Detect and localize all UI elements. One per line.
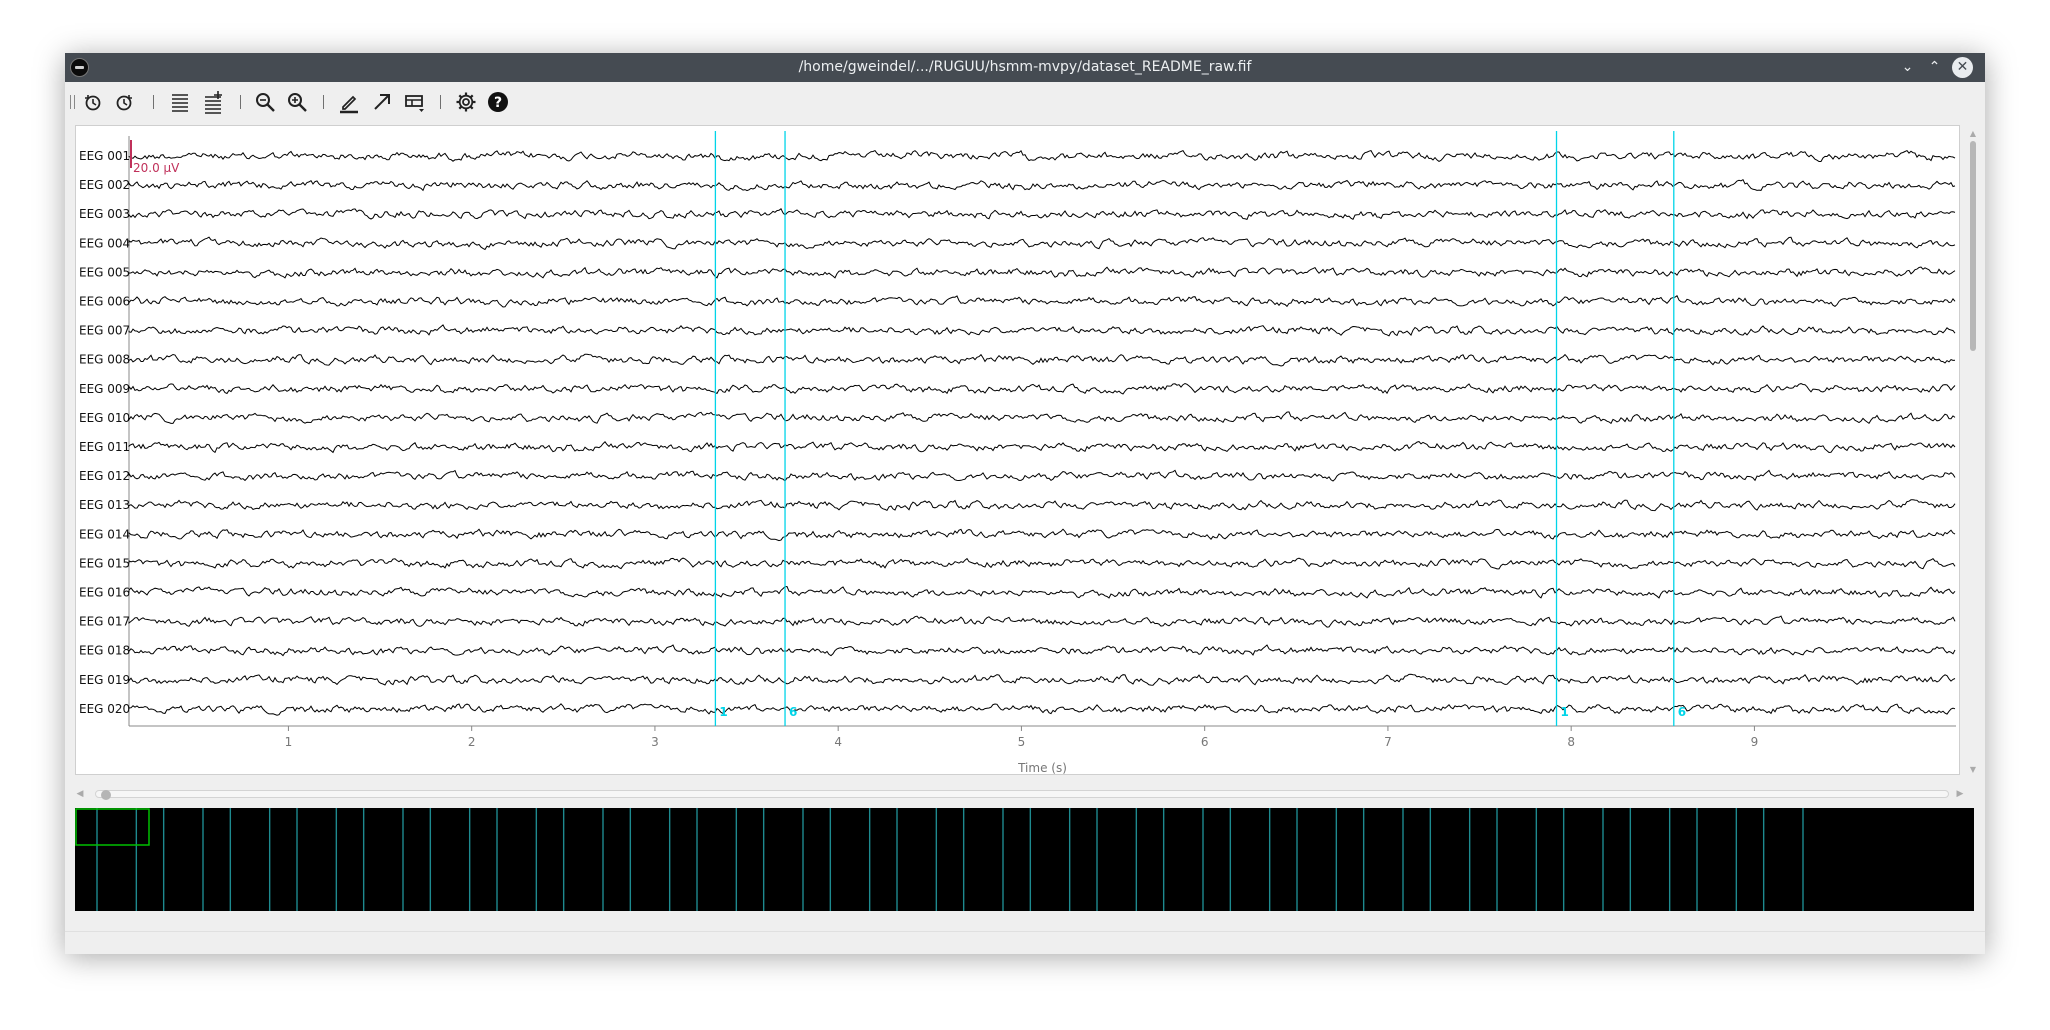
channel-label: EEG 008 bbox=[79, 353, 130, 367]
x-tick-label: 6 bbox=[1201, 735, 1209, 749]
forward-icon[interactable] bbox=[112, 90, 136, 114]
eeg-trace bbox=[128, 353, 1956, 367]
zoom-out-icon[interactable] bbox=[253, 90, 277, 114]
channel-label: EEG 016 bbox=[79, 586, 130, 600]
toolbar-separator bbox=[240, 95, 241, 109]
vertical-scroll-handle[interactable] bbox=[1970, 141, 1976, 351]
eeg-trace bbox=[128, 295, 1956, 308]
eeg-trace bbox=[128, 382, 1956, 395]
raw-data-plot[interactable]: EEG 001 EEG 002 EEG 003 EEG 004 EEG 005 EEG 0… bbox=[75, 125, 1960, 775]
scroll-down-arrow[interactable]: ▼ bbox=[1967, 765, 1979, 775]
toolbar: ? bbox=[65, 82, 1985, 119]
channel-label: EEG 012 bbox=[79, 469, 130, 483]
annotation-mode-icon[interactable] bbox=[337, 90, 361, 114]
svg-text:?: ? bbox=[494, 95, 502, 111]
channel-label: EEG 013 bbox=[79, 498, 130, 512]
x-tick-label: 2 bbox=[468, 735, 476, 749]
channel-label: EEG 003 bbox=[79, 207, 130, 221]
event-label: 6 bbox=[789, 705, 797, 719]
overview-canvas[interactable] bbox=[75, 808, 1974, 911]
title-bar: /home/gweindel/.../RUGUU/hsmm-mvpy/datas… bbox=[65, 53, 1985, 82]
event-label: 6 bbox=[1678, 705, 1686, 719]
channel-label: EEG 007 bbox=[79, 324, 130, 338]
x-tick-label: 1 bbox=[285, 735, 293, 749]
x-tick-label: 3 bbox=[651, 735, 659, 749]
horizontal-scrollbar[interactable]: ◀ ▶ bbox=[75, 787, 1975, 801]
eeg-trace bbox=[128, 149, 1956, 162]
x-axis-label: Time (s) bbox=[1017, 761, 1067, 774]
event-label: 1 bbox=[1561, 705, 1569, 719]
channel-label: EEG 020 bbox=[79, 702, 130, 716]
channel-label: EEG 001 bbox=[79, 149, 130, 163]
trace-canvas[interactable]: EEG 001 EEG 002 EEG 003 EEG 004 EEG 005 EEG 0… bbox=[76, 126, 1959, 774]
fewer-channels-icon[interactable] bbox=[168, 90, 192, 114]
close-button[interactable]: ✕ bbox=[1952, 57, 1973, 78]
x-tick-label: 5 bbox=[1018, 735, 1026, 749]
overview-bar-icon[interactable] bbox=[403, 90, 427, 114]
x-tick-label: 4 bbox=[834, 735, 842, 749]
scale-bar-label: 20.0 µV bbox=[133, 161, 180, 175]
x-tick-label: 8 bbox=[1567, 735, 1575, 749]
scroll-up-arrow[interactable]: ▲ bbox=[1967, 129, 1979, 139]
rewind-icon[interactable] bbox=[81, 90, 105, 114]
horizontal-scroll-handle[interactable] bbox=[101, 790, 111, 800]
eeg-trace bbox=[128, 499, 1956, 512]
channel-label: EEG 018 bbox=[79, 644, 130, 658]
overview-view-rect bbox=[75, 808, 150, 846]
eeg-trace bbox=[128, 266, 1956, 279]
eeg-trace bbox=[128, 528, 1956, 542]
channel-label: EEG 011 bbox=[79, 440, 130, 454]
channel-label: EEG 015 bbox=[79, 556, 130, 570]
toolbar-separator bbox=[440, 95, 441, 109]
channel-label: EEG 010 bbox=[79, 411, 130, 425]
channel-label: EEG 002 bbox=[79, 178, 130, 192]
status-bar bbox=[65, 931, 1985, 954]
projector-arrow-icon[interactable] bbox=[370, 90, 394, 114]
help-icon[interactable]: ? bbox=[486, 90, 510, 114]
channel-label: EEG 009 bbox=[79, 382, 130, 396]
more-channels-icon[interactable] bbox=[201, 90, 225, 114]
horizontal-scroll-track[interactable] bbox=[95, 790, 1949, 798]
browser-window: /home/gweindel/.../RUGUU/hsmm-mvpy/datas… bbox=[65, 53, 1985, 954]
maximize-button[interactable]: ⌃ bbox=[1924, 57, 1945, 78]
scroll-left-arrow[interactable]: ◀ bbox=[75, 787, 85, 801]
eeg-trace bbox=[128, 673, 1956, 686]
eeg-trace bbox=[128, 208, 1956, 221]
eeg-trace bbox=[128, 179, 1956, 192]
zoom-in-icon[interactable] bbox=[285, 90, 309, 114]
overview-bar[interactable] bbox=[75, 808, 1974, 911]
eeg-trace bbox=[128, 615, 1956, 628]
channel-label: EEG 017 bbox=[79, 615, 130, 629]
x-tick-label: 9 bbox=[1751, 735, 1759, 749]
toolbar-separator bbox=[153, 95, 154, 109]
eeg-trace bbox=[128, 469, 1956, 482]
x-tick-label: 7 bbox=[1384, 735, 1392, 749]
scroll-right-arrow[interactable]: ▶ bbox=[1955, 787, 1965, 801]
toolbar-separator bbox=[323, 95, 324, 109]
channel-label: EEG 005 bbox=[79, 265, 130, 279]
event-label: 1 bbox=[719, 705, 727, 719]
eeg-trace bbox=[128, 585, 1956, 599]
toolbar-grip[interactable] bbox=[70, 95, 75, 109]
eeg-trace bbox=[128, 557, 1956, 570]
channel-label: EEG 006 bbox=[79, 295, 130, 309]
channel-label: EEG 004 bbox=[79, 236, 130, 250]
settings-gear-icon[interactable] bbox=[454, 90, 478, 114]
eeg-trace bbox=[128, 411, 1956, 425]
channel-label: EEG 014 bbox=[79, 527, 130, 541]
minimize-button[interactable]: ⌄ bbox=[1897, 57, 1918, 78]
eeg-trace bbox=[128, 324, 1956, 337]
eeg-trace bbox=[128, 441, 1956, 454]
eeg-trace bbox=[128, 236, 1956, 251]
window-title: /home/gweindel/.../RUGUU/hsmm-mvpy/datas… bbox=[798, 59, 1252, 75]
channel-label: EEG 019 bbox=[79, 673, 130, 687]
eeg-trace bbox=[128, 644, 1956, 657]
